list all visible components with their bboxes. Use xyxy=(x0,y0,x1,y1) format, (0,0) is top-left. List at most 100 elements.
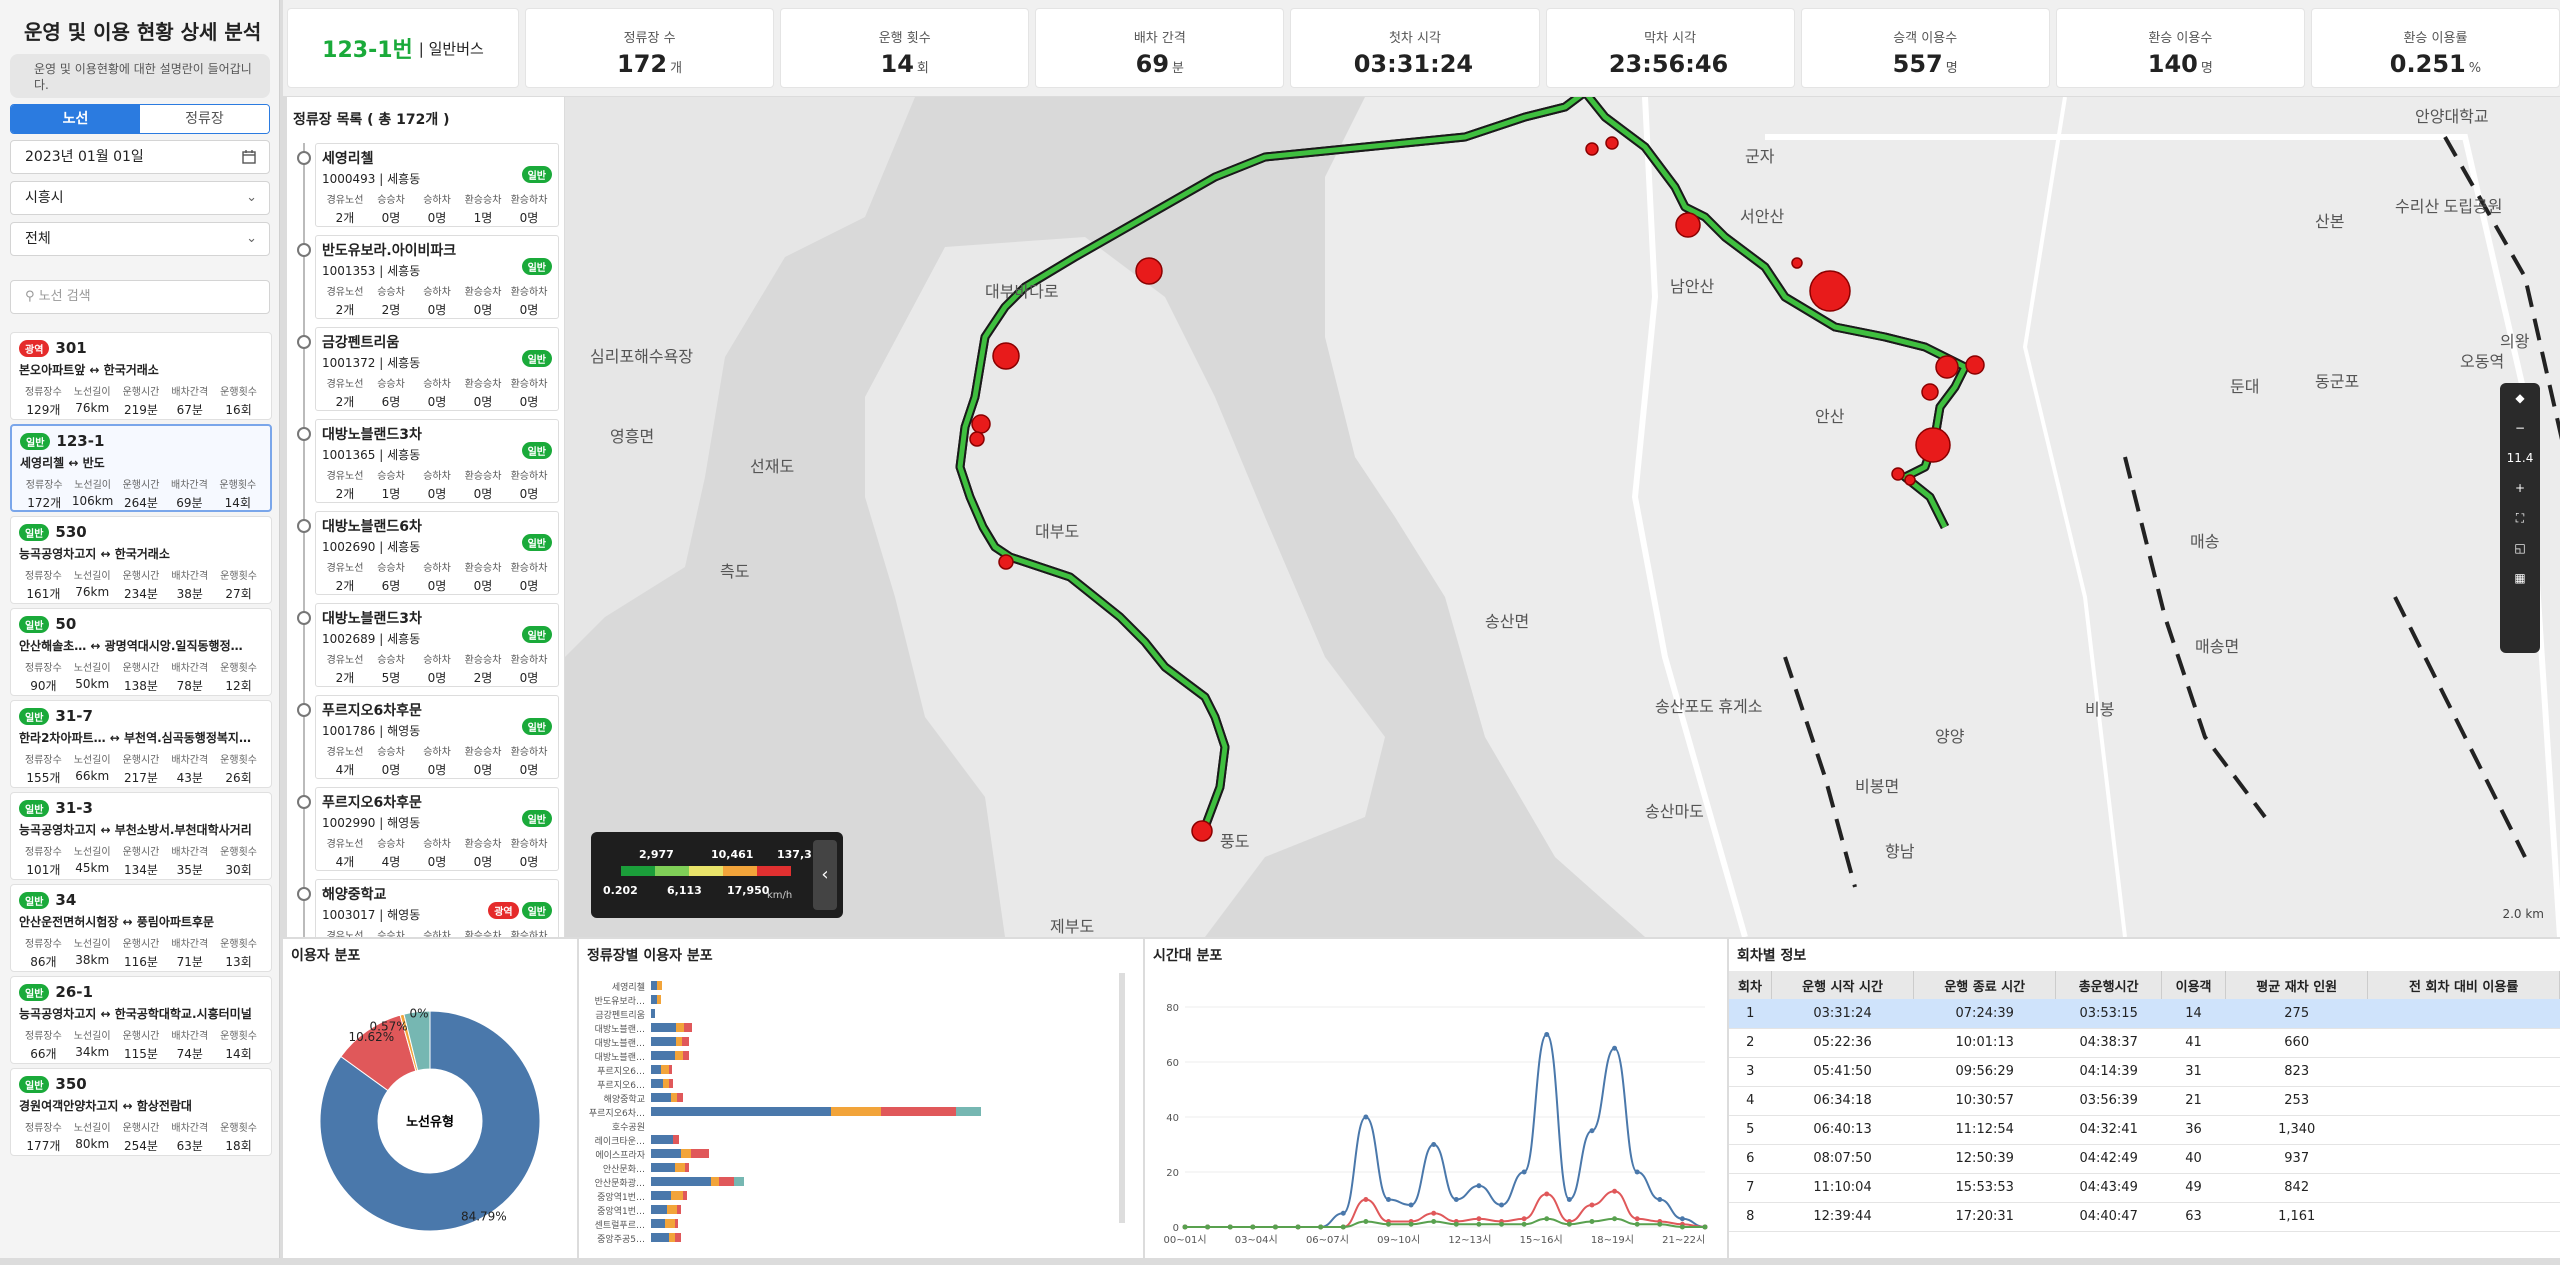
calendar-icon xyxy=(241,141,257,178)
table-header[interactable]: 전 회차 대비 이용률 xyxy=(2367,971,2560,999)
map-view[interactable]: 대부도 선재도 영흥면 측도 심리포해수욕장 대부바다로 송산면 송산포도 휴게소 남안산 안산 서… xyxy=(565,97,2560,937)
kpi-card: 환승 이용률 0.251% xyxy=(2310,8,2560,88)
map-canvas[interactable]: 대부도 선재도 영흥면측도 심리포해수욕장 대부바다로송산면송산포도 휴게소 남안산안산 서… xyxy=(565,97,2560,937)
stop-item[interactable]: 푸르지오6차후문 1002990 | 해영동 일반 경유노선 4개 승승차 4명 승하차 0명 환… xyxy=(297,787,559,879)
stop-node-icon xyxy=(297,703,311,717)
route-search-input[interactable]: ⚲ 노선 검색 xyxy=(10,280,270,314)
stop-id: 1000493 | 세흥동 xyxy=(322,172,421,186)
route-card[interactable]: 일반 26-1 능곡공영차고지 ↔ 한국공학대학교.시흥터미널 정류장수 66개 노선길이… xyxy=(10,976,272,1064)
route-stat-value: 76km xyxy=(75,585,110,599)
route-card[interactable]: 광역 301 본오아파트앞 ↔ 한국거래소 정류장수 129개 노선길이 76km 운행시간 2… xyxy=(10,332,272,420)
table-row[interactable]: 6 08:07:50 12:50:39 04:42:49 40 937 xyxy=(1729,1144,2560,1174)
table-row[interactable]: 2 05:22:36 10:01:13 04:38:37 41 660 xyxy=(1729,1028,2560,1058)
page-title: 운영 및 이용 현황 상세 분석 xyxy=(24,20,262,44)
route-stat: 운행횟수 13회 xyxy=(214,935,263,970)
table-row[interactable]: 7 11:10:04 15:53:53 04:43:49 49 842 xyxy=(1729,1173,2560,1203)
route-card[interactable]: 일반 530 능곡공영차고지 ↔ 한국거래소 정류장수 161개 노선길이 76km 운행시간… xyxy=(10,516,272,604)
route-stat-label: 배차간격 xyxy=(171,387,209,398)
stop-type-badge: 일반 xyxy=(521,350,552,367)
stop-item[interactable]: 해양중학교 1003017 | 해영동 광역 일반 경유노선 승승차 승하차 환승승차 환승하차 xyxy=(297,879,559,937)
stop-item[interactable]: 대방노블랜드3차 1001365 | 세흥동 일반 경유노선 2개 승승차 1명 승하차 0명 환… xyxy=(297,419,559,511)
stop-stat: 환승하차 0명 xyxy=(506,375,552,410)
table-row[interactable]: 8 12:39:44 17:20:31 04:40:47 63 1,161 xyxy=(1729,1202,2560,1232)
collapse-legend-button[interactable]: ‹ xyxy=(813,840,837,910)
stop-item[interactable]: 푸르지오6차후문 1001786 | 해영동 일반 경유노선 4개 승승차 0명 승하차 0명 환… xyxy=(297,695,559,787)
stop-stat-label: 승승차 xyxy=(377,379,405,390)
stop-stat-label: 경유노선 xyxy=(326,931,364,937)
route-stat: 노선길이 34km xyxy=(68,1027,117,1062)
table-header[interactable]: 회차 xyxy=(1729,971,1772,999)
route-stat-value: 12회 xyxy=(225,679,252,693)
table-cell: 937 xyxy=(2225,1144,2368,1174)
route-stat: 운행횟수 26회 xyxy=(214,751,263,786)
timeline-x-tick: 15~16시 xyxy=(1520,1234,1563,1246)
map-label: 안양대학교 xyxy=(2415,108,2489,126)
tab-stop[interactable]: 정류장 xyxy=(140,105,269,133)
stop-stat: 승하차 xyxy=(414,927,460,937)
stop-bar-segment xyxy=(669,1065,672,1074)
table-row[interactable]: 5 06:40:13 11:12:54 04:32:41 36 1,340 xyxy=(1729,1115,2560,1145)
table-cell: 21 xyxy=(2161,1086,2226,1116)
stop-stat: 환승하차 0명 xyxy=(506,191,552,226)
route-stat-label: 배차간격 xyxy=(171,939,209,950)
table-cell: 12:50:39 xyxy=(1913,1144,2056,1174)
route-card-header: 일반 31-3 xyxy=(19,799,263,817)
stop-stat-value: 2개 xyxy=(335,579,355,593)
route-card[interactable]: 일반 31-7 한라2차아파트… ↔ 부천역.심곡동행정복지… 정류장수 155개 노선길… xyxy=(10,700,272,788)
stop-item[interactable]: 대방노블랜드3차 1002689 | 세흥동 일반 경유노선 2개 승승차 5명 승하차 0명 환… xyxy=(297,603,559,695)
fullscreen-icon[interactable]: ⛶ xyxy=(2500,503,2540,533)
stop-bar-scrollbar[interactable] xyxy=(1119,973,1125,1223)
stop-item[interactable]: 반도유보라.아이비파크 1001353 | 세흥동 일반 경유노선 2개 승승차 2명 승하차… xyxy=(297,235,559,327)
stop-stat: 승승차 1명 xyxy=(368,467,414,502)
table-cell: 06:40:13 xyxy=(1771,1115,1914,1145)
map-layer-icon[interactable]: ▦ xyxy=(2500,563,2540,593)
stop-stat-value: 0명 xyxy=(381,763,401,777)
stop-list: 세영리첼 1000493 | 세흥동 일반 경유노선 2개 승승차 0명 승하차 0명 환승승차 1… xyxy=(297,143,559,937)
zoom-in-button[interactable]: + xyxy=(2500,473,2540,503)
stop-stats: 경유노선 2개 승승차 5명 승하차 0명 환승승차 2명 환승하차 0명 xyxy=(322,651,552,686)
route-stat-value: 264분 xyxy=(124,496,158,510)
stop-item[interactable]: 세영리첼 1000493 | 세흥동 일반 경유노선 2개 승승차 0명 승하차 0명 환승승차 1… xyxy=(297,143,559,235)
table-row[interactable]: 1 03:31:24 07:24:39 03:53:15 14 275 xyxy=(1729,999,2560,1029)
route-card[interactable]: 일반 123-1 세영리첼 ↔ 반도 정류장수 172개 노선길이 106km 운행시간 264… xyxy=(10,424,272,512)
route-card[interactable]: 일반 350 경원여객안양차고지 ↔ 함상전람대 정류장수 177개 노선길이 80km 운행… xyxy=(10,1068,272,1156)
map-label: 수리산 도립공원 xyxy=(2395,198,2503,216)
table-header[interactable]: 운행 시작 시간 xyxy=(1771,971,1915,999)
measure-icon[interactable]: ◱ xyxy=(2500,533,2540,563)
table-cell: 31 xyxy=(2161,1057,2226,1087)
stop-bar-segment xyxy=(677,1205,681,1214)
search-icon: ⚲ xyxy=(25,289,35,304)
stop-bar-segment xyxy=(651,1023,676,1032)
route-number: 26-1 xyxy=(55,983,93,1001)
route-stat-label: 운행횟수 xyxy=(220,571,257,582)
table-header[interactable]: 운행 종료 시간 xyxy=(1913,971,2057,999)
stop-item[interactable]: 대방노블랜드6차 1002690 | 세흥동 일반 경유노선 2개 승승차 6명 승하차 0명 환… xyxy=(297,511,559,603)
route-card[interactable]: 일반 34 안산운전면허시험장 ↔ 풍림아파트후문 정류장수 86개 노선길이 38km 운행… xyxy=(10,884,272,972)
table-header[interactable]: 이용객 xyxy=(2161,971,2227,999)
stop-stat-value: 4명 xyxy=(381,855,401,869)
route-card[interactable]: 일반 50 안산해솔초… ↔ 광명역대시앙.일직동행정… 정류장수 90개 노선길이 50k… xyxy=(10,608,272,696)
table-cell: 1,161 xyxy=(2225,1202,2368,1232)
table-row[interactable]: 4 06:34:18 10:30:57 03:56:39 21 253 xyxy=(1729,1086,2560,1116)
kpi-value: 14 회 xyxy=(781,50,1028,78)
tab-route[interactable]: 노선 xyxy=(11,105,140,133)
table-header[interactable]: 평균 재차 인원 xyxy=(2225,971,2369,999)
date-picker[interactable]: 2023년 01월 01일 xyxy=(10,140,270,174)
stop-stat: 경유노선 2개 xyxy=(322,559,368,594)
trip-table: 회차 운행 시작 시간 운행 종료 시간 총운행시간 이용객 평균 재차 인원 전 회차 대… xyxy=(1729,971,2560,1232)
stop-stat-label: 환승승차 xyxy=(464,655,502,666)
table-cell: 04:42:49 xyxy=(2055,1144,2162,1174)
legend-bottom-value: 6,113 xyxy=(667,884,702,897)
stop-bar-segment xyxy=(651,1177,711,1186)
type-select[interactable]: 전체 ⌄ xyxy=(10,222,270,256)
compass-icon[interactable]: ◆ xyxy=(2500,383,2540,413)
table-cell: 04:38:37 xyxy=(2055,1028,2162,1058)
stop-stat: 환승하차 0명 xyxy=(506,835,552,870)
zoom-out-button[interactable]: − xyxy=(2500,413,2540,443)
route-card[interactable]: 일반 31-3 능곡공영차고지 ↔ 부천소방서.부천대학사거리 정류장수 101개 노선길… xyxy=(10,792,272,880)
region-select[interactable]: 시흥시 ⌄ xyxy=(10,181,270,215)
stop-item[interactable]: 금강펜트리움 1001372 | 세흥동 일반 경유노선 2개 승승차 6명 승하차 0명 환승승… xyxy=(297,327,559,419)
stop-stat: 경유노선 2개 xyxy=(322,283,368,318)
table-header[interactable]: 총운행시간 xyxy=(2055,971,2162,999)
table-row[interactable]: 3 05:41:50 09:56:29 04:14:39 31 823 xyxy=(1729,1057,2560,1087)
